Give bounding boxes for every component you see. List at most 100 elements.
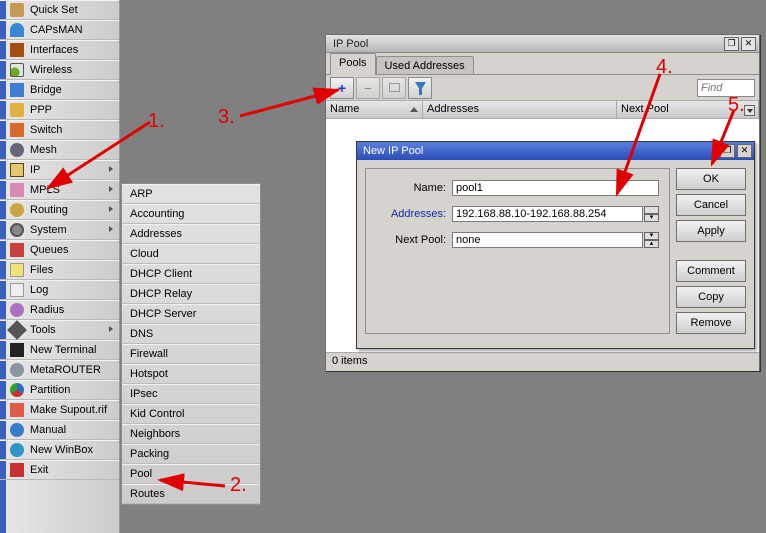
menu-files[interactable]: Files bbox=[0, 260, 119, 280]
toolbar: + − bbox=[326, 75, 759, 101]
addresses-input[interactable] bbox=[452, 206, 643, 222]
remove-button[interactable]: − bbox=[356, 77, 380, 99]
ok-button[interactable]: OK bbox=[676, 168, 746, 190]
menu-manual[interactable]: Manual bbox=[0, 420, 119, 440]
next-pool-dropdown[interactable]: ▾▴ bbox=[644, 232, 659, 248]
submenu-cloud[interactable]: Cloud bbox=[122, 244, 260, 264]
menu-label: MetaROUTER bbox=[30, 364, 101, 376]
submenu-firewall[interactable]: Firewall bbox=[122, 344, 260, 364]
menu-partition[interactable]: Partition bbox=[0, 380, 119, 400]
menu-routing[interactable]: Routing bbox=[0, 200, 119, 220]
tab-strip: Pools Used Addresses bbox=[326, 53, 759, 75]
menu-mpls[interactable]: MPLS bbox=[0, 180, 119, 200]
addresses-stepper[interactable]: ▾ bbox=[644, 206, 659, 222]
menu-label: IP bbox=[30, 164, 40, 176]
menu-mesh[interactable]: Mesh bbox=[0, 140, 119, 160]
find-input[interactable] bbox=[697, 79, 755, 97]
close-button[interactable]: ✕ bbox=[741, 37, 756, 51]
menu-log[interactable]: Log bbox=[0, 280, 119, 300]
menu-switch[interactable]: Switch bbox=[0, 120, 119, 140]
name-label: Name: bbox=[376, 182, 446, 194]
next-pool-input[interactable] bbox=[452, 232, 643, 248]
menu-tools[interactable]: Tools bbox=[0, 320, 119, 340]
submenu-dhcp-client[interactable]: DHCP Client bbox=[122, 264, 260, 284]
col-name[interactable]: Name bbox=[326, 101, 423, 118]
submenu-accounting[interactable]: Accounting bbox=[122, 204, 260, 224]
menu-system[interactable]: System bbox=[0, 220, 119, 240]
restore-button[interactable]: ❐ bbox=[720, 144, 735, 158]
menu-new-winbox[interactable]: New WinBox bbox=[0, 440, 119, 460]
routing-icon bbox=[10, 203, 24, 217]
submenu-dhcp-relay[interactable]: DHCP Relay bbox=[122, 284, 260, 304]
partition-icon bbox=[10, 383, 24, 397]
menu-label: Radius bbox=[30, 304, 64, 316]
capsman-icon bbox=[10, 23, 24, 37]
menu-quick-set[interactable]: Quick Set bbox=[0, 0, 119, 20]
menu-label: Log bbox=[30, 284, 48, 296]
close-button[interactable]: ✕ bbox=[737, 144, 752, 158]
main-menu: Quick Set CAPsMAN Interfaces Wireless Br… bbox=[0, 0, 120, 533]
submenu-arrow-icon bbox=[109, 326, 113, 332]
menu-make-supout[interactable]: Make Supout.rif bbox=[0, 400, 119, 420]
menu-exit[interactable]: Exit bbox=[0, 460, 119, 480]
files-icon bbox=[10, 263, 24, 277]
submenu-kid-control[interactable]: Kid Control bbox=[122, 404, 260, 424]
minus-icon: − bbox=[364, 80, 372, 96]
exit-icon bbox=[10, 463, 24, 477]
filter-button[interactable] bbox=[408, 77, 432, 99]
menu-wireless[interactable]: Wireless bbox=[0, 60, 119, 80]
columns-dropdown-icon[interactable] bbox=[744, 105, 755, 116]
form-panel: Name: Addresses: ▾ Next Pool: ▾▴ bbox=[365, 168, 670, 334]
remove-button[interactable]: Remove bbox=[676, 312, 746, 334]
mpls-icon bbox=[10, 183, 24, 197]
submenu-addresses[interactable]: Addresses bbox=[122, 224, 260, 244]
chevron-up-icon: ▴ bbox=[644, 240, 659, 248]
menu-label: Bridge bbox=[30, 84, 62, 96]
menu-label: Make Supout.rif bbox=[30, 404, 107, 416]
menu-bridge[interactable]: Bridge bbox=[0, 80, 119, 100]
submenu-hotspot[interactable]: Hotspot bbox=[122, 364, 260, 384]
cancel-button[interactable]: Cancel bbox=[676, 194, 746, 216]
addresses-label[interactable]: Addresses: bbox=[376, 208, 446, 220]
window-titlebar[interactable]: IP Pool ❐ ✕ bbox=[326, 35, 759, 53]
menu-new-terminal[interactable]: New Terminal bbox=[0, 340, 119, 360]
submenu-routes[interactable]: Routes bbox=[122, 484, 260, 504]
quick-set-icon bbox=[10, 3, 24, 17]
submenu-arrow-icon bbox=[109, 166, 113, 172]
new-ip-pool-dialog: New IP Pool ❐ ✕ Name: Addresses: ▾ Next … bbox=[356, 141, 755, 349]
col-next-pool[interactable]: Next Pool bbox=[617, 101, 759, 118]
status-bar: 0 items bbox=[326, 353, 759, 371]
col-addresses[interactable]: Addresses bbox=[423, 101, 617, 118]
tab-used-addresses[interactable]: Used Addresses bbox=[376, 56, 474, 74]
menu-capsman[interactable]: CAPsMAN bbox=[0, 20, 119, 40]
tab-pools[interactable]: Pools bbox=[330, 53, 376, 75]
dialog-title: New IP Pool bbox=[359, 145, 718, 157]
menu-ip[interactable]: IP bbox=[0, 160, 119, 180]
submenu-ipsec[interactable]: IPsec bbox=[122, 384, 260, 404]
menu-label: Manual bbox=[30, 424, 66, 436]
apply-button[interactable]: Apply bbox=[676, 220, 746, 242]
submenu-dhcp-server[interactable]: DHCP Server bbox=[122, 304, 260, 324]
dialog-titlebar[interactable]: New IP Pool ❐ ✕ bbox=[357, 142, 754, 160]
menu-label: CAPsMAN bbox=[30, 24, 83, 36]
copy-button[interactable]: Copy bbox=[676, 286, 746, 308]
submenu-neighbors[interactable]: Neighbors bbox=[122, 424, 260, 444]
submenu-pool[interactable]: Pool bbox=[122, 464, 260, 484]
radius-icon bbox=[10, 303, 24, 317]
submenu-packing[interactable]: Packing bbox=[122, 444, 260, 464]
add-button[interactable]: + bbox=[330, 77, 354, 99]
comment-button[interactable]: Comment bbox=[676, 260, 746, 282]
menu-ppp[interactable]: PPP bbox=[0, 100, 119, 120]
restore-button[interactable]: ❐ bbox=[724, 37, 739, 51]
name-input[interactable] bbox=[452, 180, 659, 196]
submenu-arp[interactable]: ARP bbox=[122, 184, 260, 204]
submenu-dns[interactable]: DNS bbox=[122, 324, 260, 344]
menu-label: Exit bbox=[30, 464, 48, 476]
menu-interfaces[interactable]: Interfaces bbox=[0, 40, 119, 60]
manual-icon bbox=[10, 423, 24, 437]
menu-radius[interactable]: Radius bbox=[0, 300, 119, 320]
menu-label: Quick Set bbox=[30, 4, 78, 16]
menu-metarouter[interactable]: MetaROUTER bbox=[0, 360, 119, 380]
menu-queues[interactable]: Queues bbox=[0, 240, 119, 260]
detail-button[interactable] bbox=[382, 77, 406, 99]
